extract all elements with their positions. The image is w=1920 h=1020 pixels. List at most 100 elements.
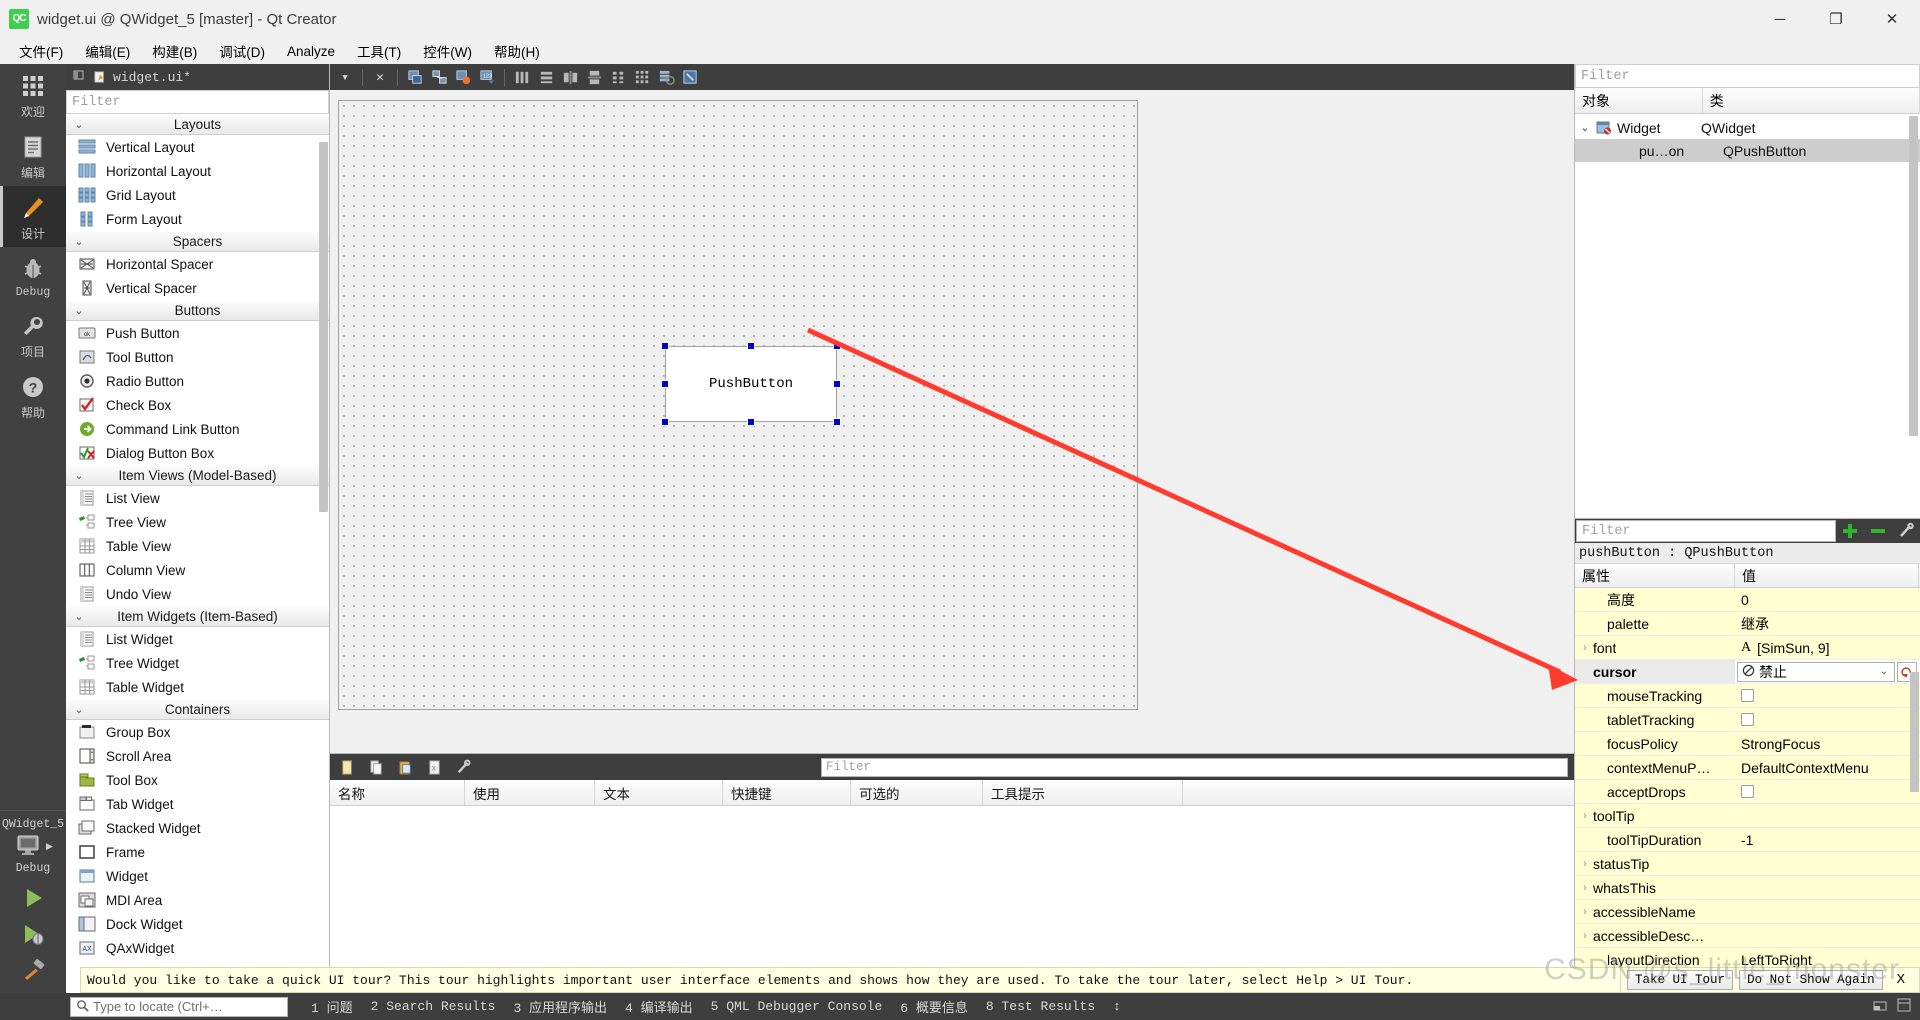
edit-signals-slots-icon[interactable] <box>428 67 450 88</box>
status-output-pane-button[interactable]: 4 编译输出 <box>616 997 702 1016</box>
property-column-header[interactable]: 值 <box>1735 564 1919 587</box>
widget-box-scrollbar[interactable] <box>319 142 328 512</box>
chevron-down-icon[interactable]: ⌄ <box>1880 666 1890 677</box>
widget-group-header[interactable]: ⌄ Spacers <box>66 231 329 252</box>
status-output-pane-button[interactable]: 6 概要信息 <box>891 997 977 1016</box>
action-column-header[interactable]: 工具提示 <box>983 780 1183 805</box>
form-push-button[interactable]: PushButton <box>665 346 837 422</box>
menu-build[interactable]: 构建(B) <box>141 38 208 64</box>
widget-item[interactable]: Form Layout <box>66 207 329 231</box>
resize-handle-tl[interactable] <box>661 342 669 350</box>
property-row[interactable]: › whatsThis <box>1575 876 1920 900</box>
action-column-header[interactable]: 文本 <box>595 780 723 805</box>
mode-pencil[interactable]: 设计 <box>0 186 66 247</box>
widget-item[interactable]: Dialog Button Box <box>66 441 329 465</box>
widget-item[interactable]: Dock Widget <box>66 912 329 936</box>
widget-item[interactable]: Tree View <box>66 510 329 534</box>
widget-item[interactable]: Tool Box <box>66 768 329 792</box>
chevron-right-icon[interactable]: › <box>1577 642 1593 654</box>
take-ui-tour-button[interactable]: Take UI Tour <box>1627 970 1734 990</box>
property-row[interactable]: focusPolicy StrongFocus <box>1575 732 1920 756</box>
property-row[interactable]: › accessibleName <box>1575 900 1920 924</box>
action-column-header[interactable]: 快捷键 <box>723 780 851 805</box>
widget-item[interactable]: Stacked Widget <box>66 816 329 840</box>
property-row[interactable]: › statusTip <box>1575 852 1920 876</box>
open-file-tab[interactable]: widget.ui* <box>93 70 191 85</box>
widget-item[interactable]: Vertical Spacer <box>66 276 329 300</box>
property-value-cell[interactable] <box>1735 684 1920 707</box>
status-output-pane-button[interactable]: 2 Search Results <box>362 999 505 1014</box>
chevron-right-icon[interactable]: › <box>1577 858 1593 870</box>
configure-action-icon[interactable] <box>452 757 474 778</box>
resize-handle-br[interactable] <box>833 418 841 426</box>
property-value-cell[interactable]: -1 <box>1735 828 1920 851</box>
widget-item[interactable]: Vertical Layout <box>66 135 329 159</box>
widget-item[interactable]: Frame <box>66 840 329 864</box>
locator-input[interactable]: Type to locate (Ctrl+… <box>70 996 288 1017</box>
property-editor-filter[interactable]: Filter <box>1576 520 1836 542</box>
action-column-header[interactable]: 使用 <box>465 780 595 805</box>
widget-item[interactable]: Radio Button <box>66 369 329 393</box>
edit-tab-order-icon[interactable]: 123 <box>476 67 498 88</box>
chevron-down-icon[interactable]: ⌄ <box>66 469 92 482</box>
widget-item[interactable]: Column View <box>66 558 329 582</box>
property-row[interactable]: › toolTip <box>1575 804 1920 828</box>
property-row[interactable]: 高度 0 <box>1575 588 1920 612</box>
widget-item[interactable]: MDI Area <box>66 888 329 912</box>
add-property-icon[interactable] <box>1836 519 1864 543</box>
widget-item[interactable]: Table View <box>66 534 329 558</box>
property-editor-scrollbar[interactable] <box>1910 672 1919 792</box>
property-row[interactable]: cursor 禁止 ⌄ <box>1575 660 1920 684</box>
minimize-button[interactable]: ─ <box>1752 0 1808 38</box>
widget-group-header[interactable]: ⌄ Containers <box>66 699 329 720</box>
layout-splitter-vertical-icon[interactable] <box>583 67 605 88</box>
run-icon[interactable] <box>18 885 48 911</box>
chevron-right-icon[interactable]: › <box>1577 930 1593 942</box>
property-row[interactable]: mouseTracking <box>1575 684 1920 708</box>
delete-icon[interactable]: x <box>423 757 445 778</box>
output-pane-icon[interactable] <box>1896 997 1912 1017</box>
kit-expand-arrow-icon[interactable]: ▶ <box>46 841 53 852</box>
object-tree-row[interactable]: pu…on QPushButton <box>1575 139 1920 162</box>
chevron-down-icon[interactable]: ⌄ <box>66 304 92 317</box>
property-value-cell[interactable]: StrongFocus <box>1735 732 1920 755</box>
property-value-cell[interactable]: 禁止 ⌄ <box>1735 660 1920 683</box>
property-value-cell[interactable] <box>1735 852 1920 875</box>
property-value-cell[interactable] <box>1735 900 1920 923</box>
object-tree-row[interactable]: ⌄ Widget QWidget <box>1575 116 1920 139</box>
layout-vertically-icon[interactable] <box>535 67 557 88</box>
chevron-right-icon[interactable]: › <box>1577 810 1593 822</box>
status-output-pane-button[interactable]: 1 问题 <box>302 997 362 1016</box>
property-value-cell[interactable] <box>1735 924 1920 947</box>
new-action-icon[interactable] <box>336 757 358 778</box>
remove-property-icon[interactable] <box>1864 519 1892 543</box>
resize-handle-bc[interactable] <box>747 418 755 426</box>
widget-item[interactable]: Undo View <box>66 582 329 606</box>
action-editor-rows[interactable] <box>330 806 1574 967</box>
property-value-cell[interactable]: 0 <box>1735 588 1920 611</box>
form-canvas[interactable]: PushButton <box>338 100 1138 710</box>
widget-item[interactable]: Grid Layout <box>66 183 329 207</box>
edit-widgets-icon[interactable] <box>404 67 426 88</box>
kit-selector[interactable]: QWidget_5 ▶ Debug <box>0 810 66 877</box>
chevron-down-icon[interactable]: ⌄ <box>66 703 92 716</box>
widget-item[interactable]: Tree Widget <box>66 651 329 675</box>
object-inspector-filter[interactable]: Filter <box>1575 64 1920 88</box>
menu-file[interactable]: 文件(F) <box>8 38 74 64</box>
status-output-pane-button[interactable]: 5 QML Debugger Console <box>702 999 892 1014</box>
menu-window[interactable]: 控件(W) <box>412 38 483 64</box>
property-value-cell[interactable] <box>1735 780 1920 803</box>
property-value-cell[interactable] <box>1735 708 1920 731</box>
property-row[interactable]: contextMenuP… DefaultContextMenu <box>1575 756 1920 780</box>
widget-item[interactable]: Table Widget <box>66 675 329 699</box>
property-value-cell[interactable] <box>1735 804 1920 827</box>
widget-item[interactable]: List View <box>66 486 329 510</box>
property-row[interactable]: palette 继承 <box>1575 612 1920 636</box>
action-column-header[interactable]: 名称 <box>330 780 465 805</box>
property-editor-rows[interactable]: 高度 0 palette 继承 › font A [SimSun, 9] cursor 禁止 ⌄ mo… <box>1575 588 1920 993</box>
status-output-pane-button[interactable]: 8 Test Results <box>977 999 1104 1014</box>
copy-icon[interactable] <box>365 757 387 778</box>
property-checkbox[interactable] <box>1741 689 1754 702</box>
widget-item[interactable]: ok Push Button <box>66 321 329 345</box>
menu-edit[interactable]: 编辑(E) <box>74 38 141 64</box>
